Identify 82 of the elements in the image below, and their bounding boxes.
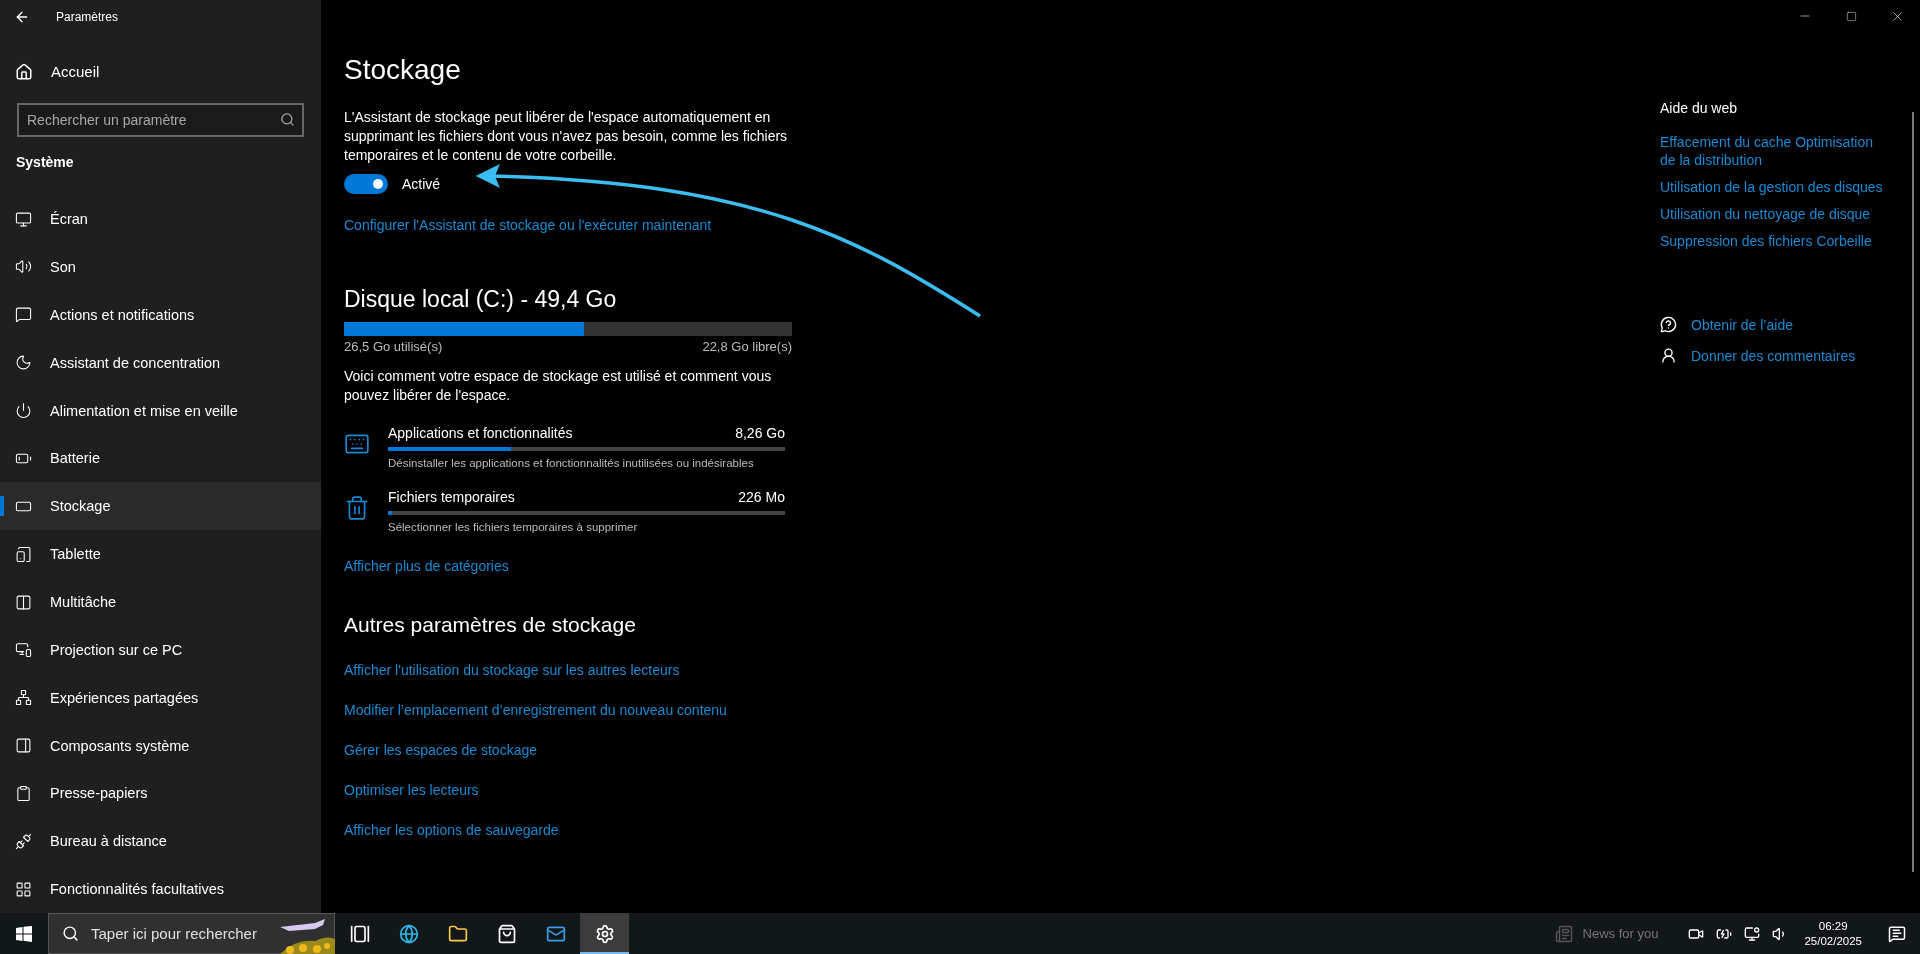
scrollbar[interactable] bbox=[1912, 112, 1914, 872]
settings-link[interactable]: Modifier l’emplacement d’enregistrement du nouveau contenu bbox=[344, 702, 727, 718]
projection-icon bbox=[15, 641, 32, 659]
sidebar-item[interactable]: Alimentation et mise en veille bbox=[0, 386, 321, 435]
person-icon bbox=[1660, 347, 1677, 364]
power-icon bbox=[15, 402, 32, 420]
settings-link[interactable]: Optimiser les lecteurs bbox=[344, 782, 479, 798]
sidebar-item[interactable]: Bureau à distance bbox=[0, 817, 321, 866]
help-link[interactable]: Suppression des fichiers Corbeille bbox=[1660, 232, 1890, 250]
sidebar-item[interactable]: Batterie bbox=[0, 434, 321, 483]
multitask-icon bbox=[15, 593, 32, 611]
search-field[interactable]: Rechercher un paramètre bbox=[17, 103, 304, 138]
moon-icon bbox=[15, 354, 32, 372]
notification-icon[interactable] bbox=[1888, 924, 1906, 943]
taskbar-app-button[interactable] bbox=[580, 913, 629, 954]
taskbar-search-field[interactable]: Taper ici pour rechercher bbox=[48, 913, 335, 954]
plug-icon bbox=[15, 832, 32, 850]
sidebar-item[interactable]: Son bbox=[0, 243, 321, 291]
sidebar-item[interactable]: Tablette bbox=[0, 530, 321, 579]
help-link[interactable]: Utilisation de la gestion des disques bbox=[1660, 178, 1890, 196]
sidebar-item[interactable]: Projection sur ce PC bbox=[0, 625, 321, 674]
help-action-link[interactable]: Obtenir de l’aide bbox=[1660, 309, 1890, 340]
task-view-icon bbox=[349, 923, 370, 944]
help-bubble-icon bbox=[1660, 316, 1677, 333]
search-icon bbox=[280, 112, 295, 128]
sidebar-item[interactable]: Écran bbox=[0, 195, 321, 244]
toggle-label: Activé bbox=[402, 176, 441, 192]
help-link[interactable]: Effacement du cache Optimisation de la distribution bbox=[1660, 133, 1890, 169]
restore-icon bbox=[1845, 10, 1857, 22]
sidebar-item[interactable]: Presse-papiers bbox=[0, 769, 321, 818]
sidebar-item[interactable]: Assistant de concentration bbox=[0, 338, 321, 387]
page-title: Stockage bbox=[344, 54, 462, 86]
toggle-switch[interactable] bbox=[344, 174, 388, 194]
help-action-link[interactable]: Donner des commentaires bbox=[1660, 340, 1890, 371]
used-space-text: 26,5 Go utilisé(s) bbox=[344, 339, 443, 354]
window-title: Paramètres bbox=[56, 9, 119, 24]
more-categories-link[interactable]: Afficher plus de catégories bbox=[344, 558, 509, 574]
grid-icon bbox=[15, 880, 32, 898]
settings-link[interactable]: Afficher l'utilisation du stockage sur les autres lecteurs bbox=[344, 662, 680, 678]
windows-logo-icon bbox=[16, 925, 32, 942]
store-icon bbox=[496, 923, 517, 944]
tablet-icon bbox=[15, 545, 32, 563]
clipboard-icon bbox=[15, 784, 32, 802]
browser-icon bbox=[398, 923, 419, 944]
help-link[interactable]: Utilisation du nettoyage de disque bbox=[1660, 205, 1890, 223]
settings-link[interactable]: Gérer les espaces de stockage bbox=[344, 742, 537, 758]
section-title: Autres paramètres de stockage bbox=[344, 613, 637, 637]
network-icon[interactable] bbox=[1744, 925, 1761, 942]
sidebar-item[interactable]: Actions et notifications bbox=[0, 290, 321, 339]
search-icon bbox=[62, 925, 79, 942]
home-icon bbox=[15, 62, 33, 81]
sidebar-item[interactable]: Composants système bbox=[0, 721, 321, 770]
sidebar-item[interactable]: Stockage bbox=[0, 482, 321, 531]
monitor-icon bbox=[15, 210, 32, 228]
settings-icon bbox=[594, 923, 615, 944]
trash-icon bbox=[344, 495, 370, 521]
category-size: 8,26 Go bbox=[735, 425, 785, 441]
description-text: L'Assistant de stockage peut libérer de l'espace automatiquement en supprimant les fichiers dont vous n'avez pas besoin, comme les fichiers temporaires et le contenu de votre corbeille. bbox=[344, 108, 789, 165]
category-name[interactable]: Fichiers temporaires bbox=[388, 489, 515, 505]
disk-title: Disque local (C:) - 49,4 Go bbox=[344, 286, 618, 313]
category-hint: Désinstaller les applications et fonctionnalités inutilisées ou indésirables bbox=[388, 457, 755, 469]
help-heading: Aide du web bbox=[1660, 100, 1739, 116]
home-link[interactable]: Accueil bbox=[0, 51, 321, 92]
configure-link[interactable]: Configurer l'Assistant de stockage ou l'exécuter maintenant bbox=[344, 217, 712, 233]
speech-bubble-icon bbox=[15, 306, 32, 324]
category-hint: Sélectionner les fichiers temporaires à supprimer bbox=[388, 521, 639, 533]
sidebar-item[interactable]: Multitâche bbox=[0, 578, 321, 626]
category-name[interactable]: Applications et fonctionnalités bbox=[388, 425, 573, 441]
section-heading: Système bbox=[15, 153, 75, 173]
clock[interactable]: 06:29 25/02/2025 bbox=[1804, 918, 1862, 949]
free-space-text: 22,8 Go libre(s) bbox=[702, 339, 792, 354]
intro-text: Voici comment votre espace de stockage est utilisé et comment vous pouvez libérer de l'espace. bbox=[344, 367, 773, 405]
sidebar-item[interactable]: Fonctionnalités facultatives bbox=[0, 865, 321, 914]
panel-icon bbox=[15, 737, 32, 755]
folder-icon bbox=[447, 923, 468, 944]
sidebar-item[interactable]: Expériences partagées bbox=[0, 673, 321, 722]
category-size: 226 Mo bbox=[738, 489, 785, 505]
speaker-icon bbox=[15, 258, 32, 276]
newspaper-icon bbox=[1554, 924, 1573, 943]
news-widget[interactable]: News for you bbox=[1548, 923, 1665, 944]
network-icon bbox=[15, 689, 32, 707]
settings-link[interactable]: Afficher les options de sauvegarde bbox=[344, 822, 559, 838]
